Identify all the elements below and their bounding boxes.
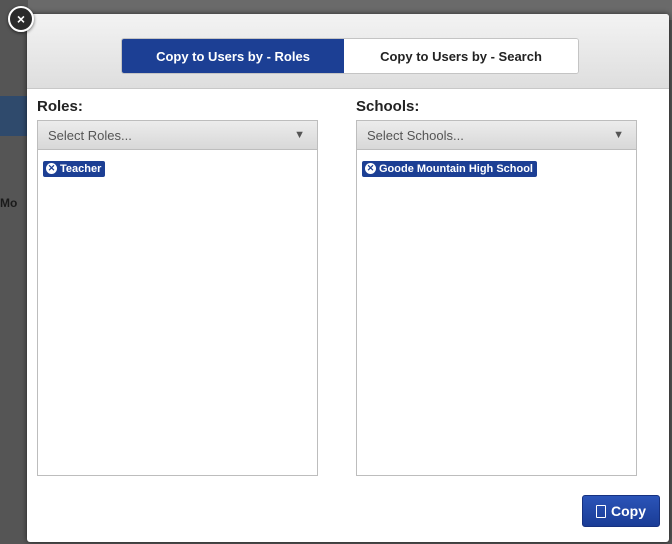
- school-chip-label: Goode Mountain High School: [379, 162, 533, 175]
- copy-button[interactable]: Copy: [582, 495, 660, 527]
- schools-selected-list: ✕ Goode Mountain High School: [356, 150, 637, 476]
- schools-select-placeholder: Select Schools...: [367, 127, 464, 143]
- background-text-fragment: Mo: [0, 196, 18, 210]
- roles-label: Roles:: [37, 98, 83, 115]
- school-chip-goode-mountain[interactable]: ✕ Goode Mountain High School: [362, 160, 537, 177]
- roles-select-placeholder: Select Roles...: [48, 127, 132, 143]
- remove-chip-icon[interactable]: ✕: [365, 163, 376, 174]
- tab-group: Copy to Users by - Roles Copy to Users b…: [121, 38, 579, 74]
- background-highlight: [0, 96, 28, 136]
- roles-selected-list: ✕ Teacher: [37, 150, 318, 476]
- close-icon[interactable]: ×: [8, 6, 34, 32]
- copy-users-modal: Copy to Users by - Roles Copy to Users b…: [27, 14, 669, 542]
- copy-button-label: Copy: [611, 503, 646, 519]
- tab-copy-by-roles[interactable]: Copy to Users by - Roles: [122, 39, 344, 73]
- roles-column: Roles: Select Roles... ▼ ✕ Teacher: [37, 96, 318, 476]
- tab-copy-by-search[interactable]: Copy to Users by - Search: [344, 39, 578, 73]
- remove-chip-icon[interactable]: ✕: [46, 163, 57, 174]
- schools-select[interactable]: Select Schools... ▼: [356, 120, 637, 150]
- modal-header: Copy to Users by - Roles Copy to Users b…: [27, 14, 669, 89]
- role-chip-label: Teacher: [60, 162, 102, 175]
- role-chip-teacher[interactable]: ✕ Teacher: [43, 160, 106, 177]
- schools-label: Schools:: [356, 98, 420, 115]
- schools-column: Schools: Select Schools... ▼ ✕ Goode Mou…: [356, 96, 637, 476]
- caret-down-icon: ▼: [613, 129, 624, 141]
- caret-down-icon: ▼: [294, 129, 305, 141]
- copy-icon: [596, 504, 606, 518]
- roles-select[interactable]: Select Roles... ▼: [37, 120, 318, 150]
